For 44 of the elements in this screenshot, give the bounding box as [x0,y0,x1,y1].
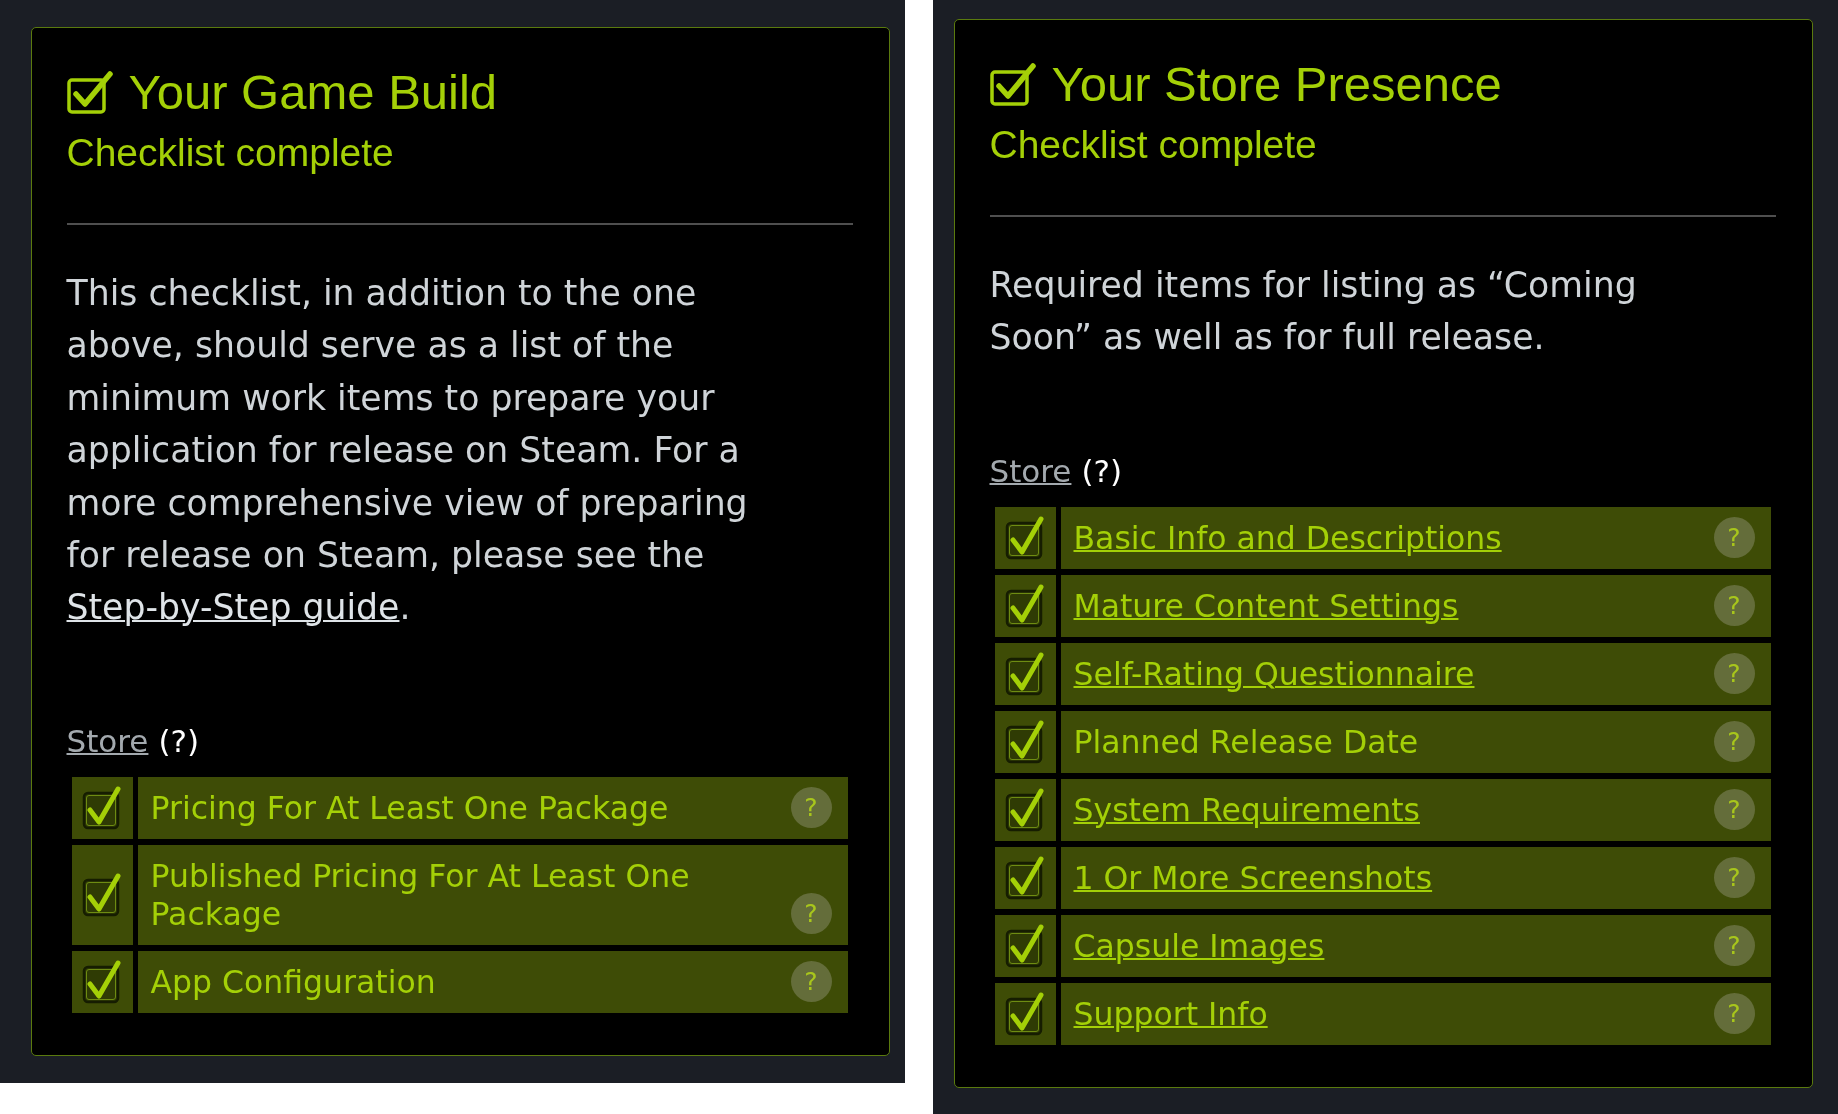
help-button[interactable]: ? [1713,653,1755,695]
item-label: App Configuration [150,962,437,1002]
checkbox-icon[interactable] [1005,719,1045,764]
checkbox-icon[interactable] [1005,583,1045,628]
help-button[interactable]: ? [1713,721,1755,763]
checkbox-icon[interactable] [1005,923,1045,968]
item-link[interactable]: Basic Info and Descriptions [1073,506,1702,569]
status-text: Checklist complete [66,130,395,175]
help-button[interactable]: ? [1713,789,1755,831]
help-button[interactable]: ? [1713,585,1755,627]
item-link[interactable]: Mature Content Settings [1073,574,1702,637]
help-button[interactable]: ? [790,787,832,829]
item-link[interactable]: Self-Rating Questionnaire [1073,642,1702,705]
checkbox-icon[interactable] [82,872,122,917]
checkbox-icon[interactable] [1005,991,1045,1036]
item-label: Pricing For At Least One Package [150,788,670,828]
checkbox-icon[interactable] [1005,515,1045,560]
checkbox-icon[interactable] [82,785,122,830]
checkbox-icon[interactable] [1005,787,1045,832]
checkbox-icon[interactable] [1005,651,1045,696]
description-text: This checklist, in addition to the one above, should serve as a list of the minimum work items to prepare your application for release on Steam. For a more comprehensive view of preparing for release on Steam, please see the Step-by-Step guide. [66,272,749,630]
help-button[interactable]: ? [790,961,832,1003]
guide-link[interactable]: Step-by-Step guide [66,587,400,628]
help-button[interactable]: ? [1713,925,1755,967]
help-hint[interactable]: (?) [158,720,200,761]
checkbox-icon[interactable] [1005,855,1045,900]
item-label: Planned Release Date [1073,722,1420,762]
help-button[interactable]: ? [790,893,832,935]
section-title: Your Store Presence [1051,56,1502,112]
help-button[interactable]: ? [1713,857,1755,899]
help-button[interactable]: ? [1713,993,1755,1035]
store-link[interactable]: Store [989,450,1072,491]
item-link[interactable]: Support Info [1073,982,1702,1045]
help-button[interactable]: ? [1713,517,1755,559]
item-link[interactable]: 1 Or More Screenshots [1073,846,1702,909]
section-title: Your Game Build [128,64,498,120]
description-text: Required items for listing as “Coming Soon” as well as for full release. [989,264,1638,360]
store-link[interactable]: Store [66,720,149,761]
item-label: Published Pricing For At Least One Package [150,856,691,934]
checkbox-icon[interactable] [82,959,122,1004]
help-hint[interactable]: (?) [1081,450,1123,491]
item-link[interactable]: System Requirements [1073,778,1702,841]
status-text: Checklist complete [989,122,1318,167]
item-link[interactable]: Capsule Images [1073,914,1702,977]
